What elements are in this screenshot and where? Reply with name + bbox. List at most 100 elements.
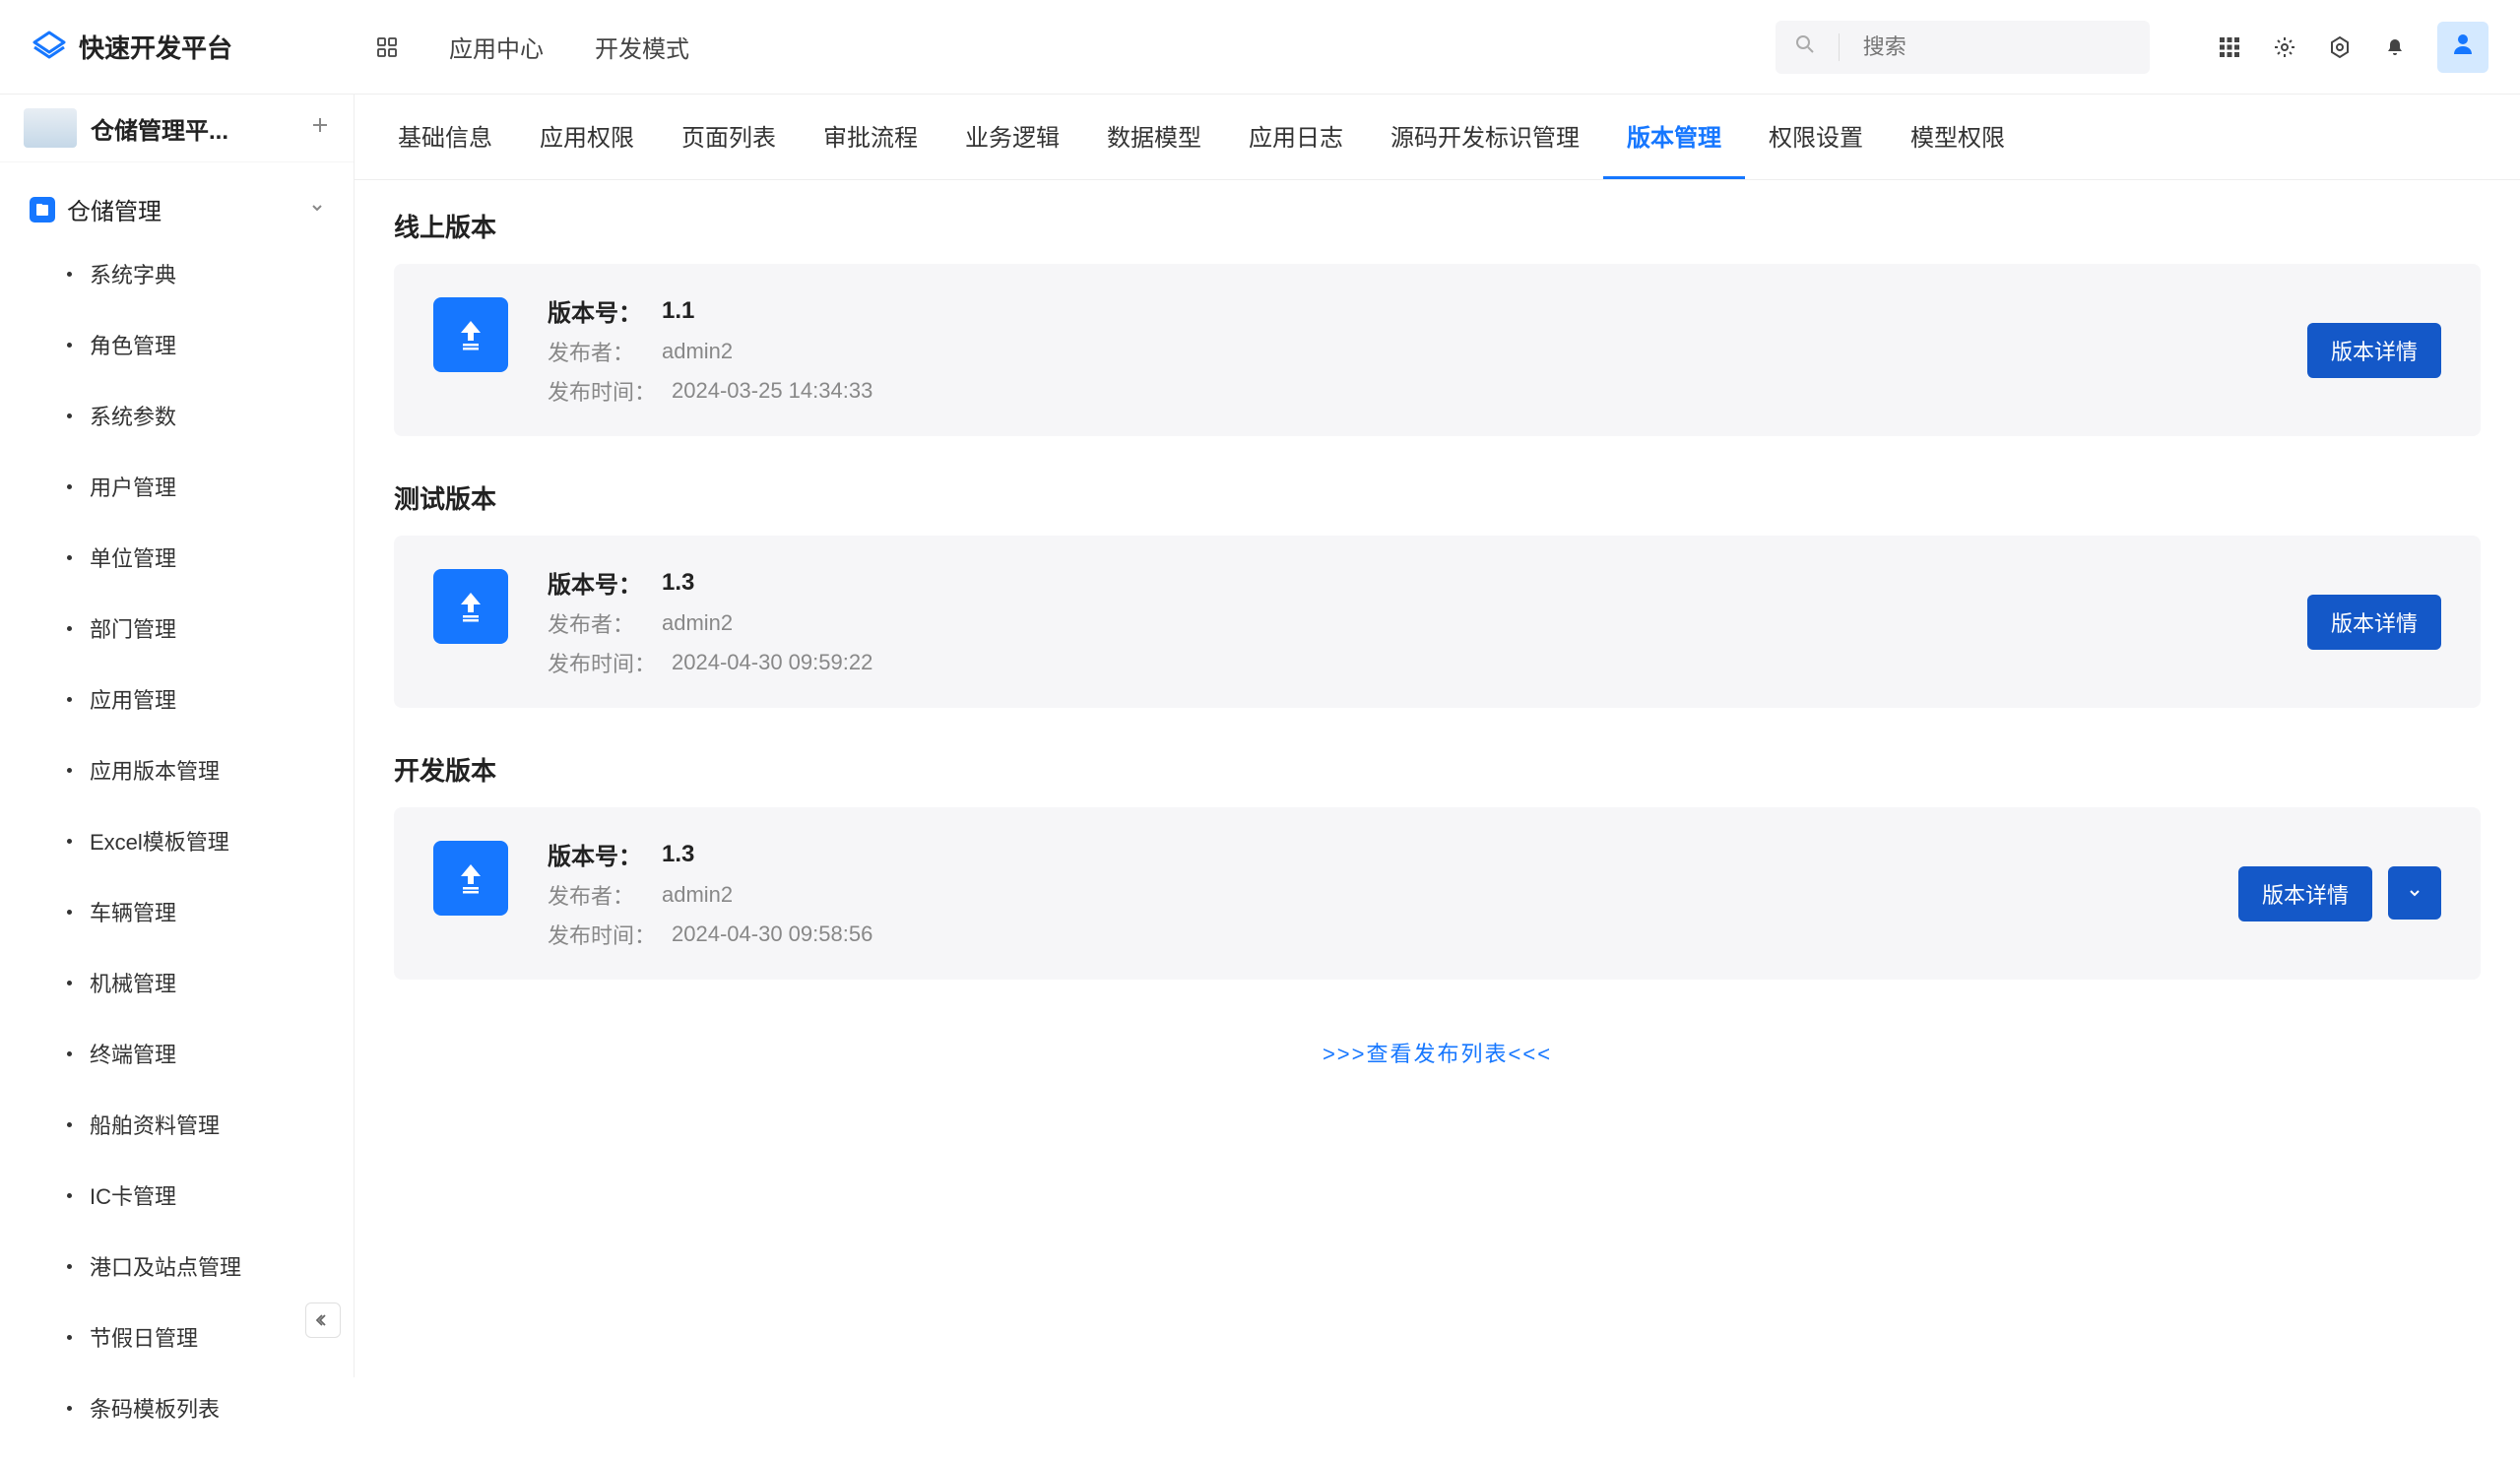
sidebar-item[interactable]: 机械管理 xyxy=(30,947,354,1018)
project-name: 仓储管理平... xyxy=(91,111,296,146)
tab[interactable]: 页面列表 xyxy=(658,95,800,179)
sidebar-item[interactable]: 部门管理 xyxy=(30,593,354,664)
section-title-dev: 开发版本 xyxy=(394,751,2481,788)
gear-icon[interactable] xyxy=(2272,34,2297,60)
grid-icon[interactable] xyxy=(2217,34,2242,60)
upload-icon xyxy=(433,297,508,372)
tab[interactable]: 版本管理 xyxy=(1603,95,1745,179)
tab[interactable]: 审批流程 xyxy=(800,95,941,179)
sidebar-item[interactable]: IC卡管理 xyxy=(30,1160,354,1231)
logo-text: 快速开发平台 xyxy=(79,29,232,65)
tab[interactable]: 权限设置 xyxy=(1745,95,1887,179)
sidebar-item-label: 系统字典 xyxy=(90,258,176,289)
sidebar-item-label: 港口及站点管理 xyxy=(90,1250,241,1282)
bullet-icon xyxy=(67,910,72,915)
sidebar-item-label: 用户管理 xyxy=(90,471,176,502)
bullet-icon xyxy=(67,555,72,560)
sidebar-item[interactable]: 车辆管理 xyxy=(30,876,354,947)
release-list-link[interactable]: >>>查看发布列表<<< xyxy=(394,1023,2481,1082)
sidebar-item[interactable]: 系统参数 xyxy=(30,380,354,451)
sidebar-item[interactable]: Excel模板管理 xyxy=(30,805,354,876)
version-card-online: 版本号： 1.1 发布者： admin2 发布时间： 2024-03-25 14… xyxy=(394,264,2481,436)
sidebar-item[interactable]: 系统字典 xyxy=(30,238,354,309)
version-card-dev: 版本号： 1.3 发布者： admin2 发布时间： 2024-04-30 09… xyxy=(394,807,2481,980)
sidebar-item[interactable]: 船舶资料管理 xyxy=(30,1089,354,1160)
sidebar-item-label: 船舶资料管理 xyxy=(90,1109,220,1140)
sidebar-item[interactable]: 终端管理 xyxy=(30,1018,354,1089)
sidebar-item[interactable]: 条码模板列表 xyxy=(30,1372,354,1443)
sidebar-item-label: 车辆管理 xyxy=(90,896,176,927)
tab[interactable]: 模型权限 xyxy=(1887,95,2029,179)
search-input[interactable] xyxy=(1863,34,2130,60)
version-actions: 版本详情 xyxy=(2307,595,2441,650)
bullet-icon xyxy=(67,1335,72,1340)
sidebar-item[interactable]: 应用版本管理 xyxy=(30,734,354,805)
version-detail-button[interactable]: 版本详情 xyxy=(2307,323,2441,378)
avatar[interactable] xyxy=(2437,22,2488,73)
version-value: 1.3 xyxy=(662,569,694,597)
sidebar-item[interactable]: 港口及站点管理 xyxy=(30,1231,354,1302)
tabs: 基础信息应用权限页面列表审批流程业务逻辑数据模型应用日志源码开发标识管理版本管理… xyxy=(355,95,2520,180)
version-label: 版本号： xyxy=(548,293,646,328)
bullet-icon xyxy=(67,1051,72,1056)
version-label: 版本号： xyxy=(548,837,646,871)
section-title-test: 测试版本 xyxy=(394,479,2481,516)
sidebar-item-label: 部门管理 xyxy=(90,612,176,644)
bullet-icon xyxy=(67,272,72,277)
apps-icon[interactable] xyxy=(376,36,398,58)
version-info: 版本号： 1.3 发布者： admin2 发布时间： 2024-04-30 09… xyxy=(548,565,2268,678)
tab[interactable]: 基础信息 xyxy=(374,95,516,179)
header-icons xyxy=(2217,22,2488,73)
search-box[interactable] xyxy=(1776,21,2150,74)
sidebar-item[interactable]: 应用管理 xyxy=(30,664,354,734)
bell-icon[interactable] xyxy=(2382,34,2408,60)
publisher-value: admin2 xyxy=(662,339,733,364)
sidebar-item-label: 单位管理 xyxy=(90,541,176,573)
tab[interactable]: 应用日志 xyxy=(1225,95,1367,179)
sidebar-item-label: IC卡管理 xyxy=(90,1179,176,1211)
version-info: 版本号： 1.1 发布者： admin2 发布时间： 2024-03-25 14… xyxy=(548,293,2268,407)
version-detail-button[interactable]: 版本详情 xyxy=(2307,595,2441,650)
bullet-icon xyxy=(67,1406,72,1411)
search-icon xyxy=(1795,34,1815,59)
sidebar-item[interactable]: 单位管理 xyxy=(30,522,354,593)
section-title-online: 线上版本 xyxy=(394,208,2481,244)
publisher-label: 发布者： xyxy=(548,879,646,911)
tree-children: 系统字典角色管理系统参数用户管理单位管理部门管理应用管理应用版本管理 Excel模… xyxy=(0,238,354,1443)
tab[interactable]: 源码开发标识管理 xyxy=(1367,95,1603,179)
bullet-icon xyxy=(67,839,72,844)
tab[interactable]: 数据模型 xyxy=(1083,95,1225,179)
collapse-sidebar-button[interactable] xyxy=(305,1302,341,1338)
bullet-icon xyxy=(67,1193,72,1198)
version-info: 版本号： 1.3 发布者： admin2 发布时间： 2024-04-30 09… xyxy=(548,837,2199,950)
bullet-icon xyxy=(67,1264,72,1269)
tab[interactable]: 应用权限 xyxy=(516,95,658,179)
sidebar-tree: 仓储管理 系统字典角色管理系统参数用户管理单位管理部门管理应用管理应用版本管理 E… xyxy=(0,162,354,1461)
version-detail-button[interactable]: 版本详情 xyxy=(2238,866,2372,921)
chevron-down-icon xyxy=(310,201,324,218)
time-value: 2024-04-30 09:58:56 xyxy=(672,921,872,947)
sidebar-item[interactable]: 用户管理 xyxy=(30,451,354,522)
bullet-icon xyxy=(67,697,72,702)
version-actions: 版本详情 xyxy=(2238,866,2441,921)
tab[interactable]: 业务逻辑 xyxy=(941,95,1083,179)
sidebar-item-label: Excel模板管理 xyxy=(90,825,229,857)
project-add-icon[interactable] xyxy=(310,114,330,142)
publisher-label: 发布者： xyxy=(548,607,646,639)
main: 基础信息应用权限页面列表审批流程业务逻辑数据模型应用日志源码开发标识管理版本管理… xyxy=(355,95,2520,1377)
publisher-value: admin2 xyxy=(662,882,733,908)
settings-hex-icon[interactable] xyxy=(2327,34,2353,60)
time-label: 发布时间： xyxy=(548,647,656,678)
tree-parent[interactable]: 仓储管理 xyxy=(0,180,354,238)
nav-app-center[interactable]: 应用中心 xyxy=(449,30,544,64)
sidebar-item[interactable]: 角色管理 xyxy=(30,309,354,380)
tree-parent-label: 仓储管理 xyxy=(67,192,298,226)
sidebar-item-label: 节假日管理 xyxy=(90,1321,198,1353)
version-dropdown-button[interactable] xyxy=(2388,866,2441,920)
sidebar-item-label: 机械管理 xyxy=(90,967,176,998)
bullet-icon xyxy=(67,413,72,418)
bullet-icon xyxy=(67,768,72,773)
header: 快速开发平台 应用中心 开发模式 xyxy=(0,0,2520,95)
nav-dev-mode[interactable]: 开发模式 xyxy=(595,30,689,64)
user-icon xyxy=(2450,31,2476,63)
